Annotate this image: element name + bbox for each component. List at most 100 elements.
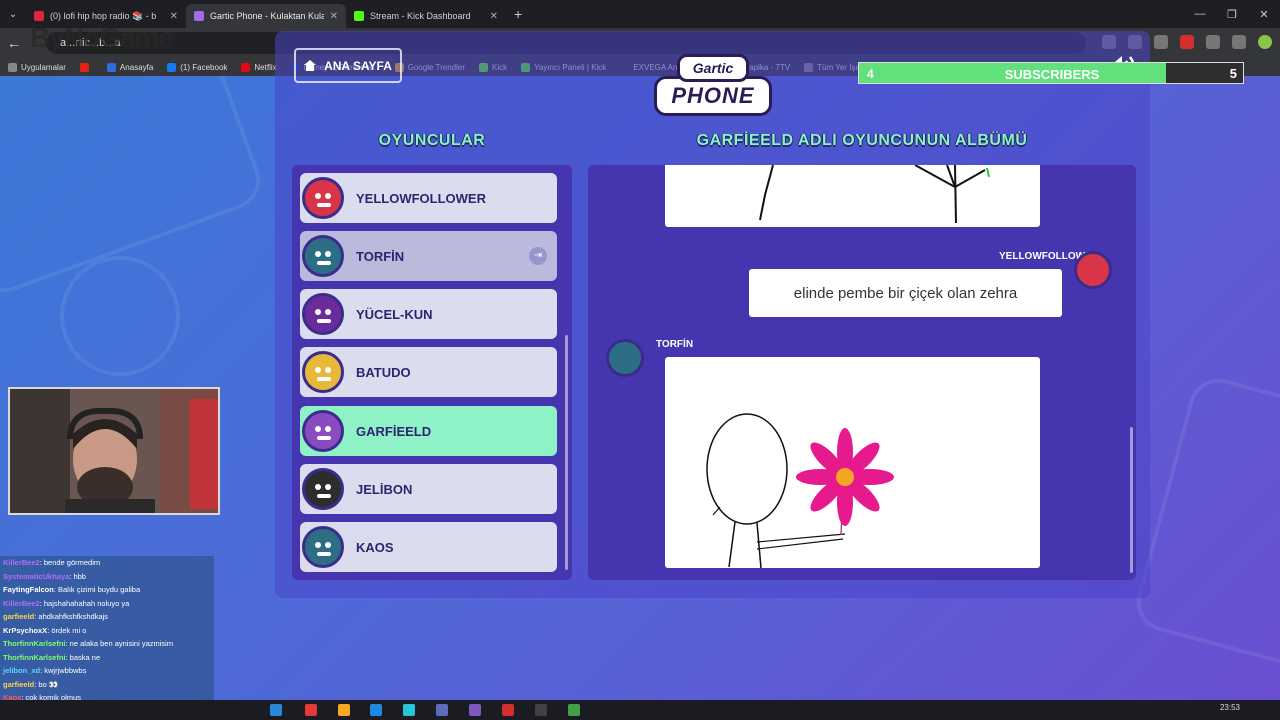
chat-username[interactable]: ThorfinnKarlsefni xyxy=(3,653,66,662)
subscriber-current: 4 xyxy=(867,67,874,81)
chat-message: KrPsychoxX: ördek mi o xyxy=(0,624,214,638)
taskbar-app-icon[interactable] xyxy=(305,704,317,716)
bookmark-label: Netflix xyxy=(254,62,277,72)
maximize-button[interactable]: ❐ xyxy=(1216,0,1248,28)
chat-username[interactable]: SystematicUkhaya xyxy=(3,572,69,581)
chat-text: : Balık çizimi buydu galiba xyxy=(53,585,141,594)
tab-search-icon[interactable]: ⌄ xyxy=(0,9,26,20)
players-title: OYUNCULAR xyxy=(378,132,486,149)
taskbar-app-icon[interactable] xyxy=(370,704,382,716)
webcam-overlay xyxy=(8,387,220,515)
bookmark-item[interactable]: Anasayfa xyxy=(106,62,154,72)
chat-username[interactable]: ThorfinnKarlsefni xyxy=(3,639,66,648)
logo-bottom: PHONE xyxy=(654,76,772,116)
bookmark-item[interactable]: Uygulamalar xyxy=(8,62,66,72)
chat-message: jelibon_xd: kwjrjwbbwbs xyxy=(0,664,214,678)
taskbar-app-icon[interactable] xyxy=(403,704,415,716)
chat-message: ThorfinnKarlsefni: baska ne xyxy=(0,651,214,665)
webcam-feed xyxy=(10,389,218,513)
flower-drawing xyxy=(706,413,894,569)
chat-username[interactable]: garfieeld xyxy=(3,680,34,689)
puzzle-icon[interactable] xyxy=(1206,35,1220,49)
player-avatar xyxy=(302,177,344,219)
taskbar-app-icon[interactable] xyxy=(568,704,580,716)
chat-username[interactable]: jelibon_xd xyxy=(3,666,40,675)
new-tab-button[interactable]: + xyxy=(514,6,522,22)
player-row[interactable]: YÜCEL-KUN xyxy=(300,289,557,339)
home-button[interactable]: ANA SAYFA xyxy=(294,48,402,83)
chat-text: : bo 👀 xyxy=(34,679,59,689)
player-row[interactable]: TORFİN ⇥ xyxy=(300,231,557,281)
subscriber-label: SUBSCRIBERS xyxy=(1004,67,1100,82)
chat-username[interactable]: FaytingFalcon xyxy=(3,585,54,594)
taskbar-app-icon[interactable] xyxy=(469,704,481,716)
profile-avatar[interactable] xyxy=(1258,35,1272,49)
bookmark-icon xyxy=(106,62,116,72)
extension-icon[interactable] xyxy=(1180,35,1194,49)
subscriber-goal: 5 xyxy=(1229,66,1237,81)
album-view: YELLOWFOLLOWER elinde pembe bir çiçek ol… xyxy=(588,165,1136,580)
chat-message: KillerBee2: hajshahahahah noluyo ya xyxy=(0,597,214,611)
bookmark-label: Uygulamalar xyxy=(21,62,66,72)
bookmark-item[interactable]: Netflix xyxy=(241,62,277,72)
player-avatar xyxy=(302,468,344,510)
players-list: YELLOWFOLLOWER TORFİN ⇥ YÜCEL-KUN BATUDO GARF… xyxy=(292,165,572,580)
close-icon[interactable]: ✕ xyxy=(490,11,498,22)
chat-username[interactable]: KillerBee2 xyxy=(3,558,40,567)
chat-username[interactable]: KrPsychoxX xyxy=(3,626,47,635)
bookmark-label: Anasayfa xyxy=(119,62,154,72)
home-icon xyxy=(304,60,317,71)
chat-text: : bende görmedim xyxy=(39,558,101,567)
player-name: BATUDO xyxy=(356,364,411,380)
close-icon[interactable]: ✕ xyxy=(170,11,178,22)
player-name: YÜCEL-KUN xyxy=(356,306,433,322)
back-button[interactable]: ← xyxy=(0,35,28,51)
player-row[interactable]: YELLOWFOLLOWER xyxy=(300,173,557,223)
chat-username[interactable]: garfieeld xyxy=(3,612,34,621)
tab-title: (0) lofi hip hop radio 📚 - b xyxy=(50,10,157,21)
browser-tab-bar: ⌄ (0) lofi hip hop radio 📚 - b ✕ Gartic … xyxy=(0,0,1280,28)
minimize-button[interactable]: — xyxy=(1184,0,1216,28)
background-shape xyxy=(60,256,180,376)
drawing-canvas xyxy=(665,165,1040,227)
chat-message: ThorfinnKarlsefni: ne alaka ben aynisini… xyxy=(0,637,214,651)
window-controls: — ❐ ✕ xyxy=(1184,0,1280,28)
close-window-button[interactable]: ✕ xyxy=(1248,0,1280,28)
player-name: YELLOWFOLLOWER xyxy=(356,190,486,206)
star-icon[interactable] xyxy=(1154,35,1168,49)
player-avatar xyxy=(302,293,344,335)
chat-message: FaytingFalcon: Balık çizimi buydu galiba xyxy=(0,583,214,597)
taskbar-app-icon[interactable] xyxy=(338,704,350,716)
close-icon[interactable]: ✕ xyxy=(330,11,338,22)
drawing-canvas xyxy=(665,357,1040,569)
tab-title: Gartic Phone - Kulaktan Kulağa xyxy=(210,11,324,21)
chat-username[interactable]: KillerBee2 xyxy=(3,599,40,608)
taskbar-app-icon[interactable] xyxy=(535,704,547,716)
youtube-icon xyxy=(34,11,44,21)
taskbar-app-icon[interactable] xyxy=(436,704,448,716)
chat-message: KillerBee2: bende görmedim xyxy=(0,556,214,570)
menu-icon[interactable] xyxy=(1232,35,1246,49)
player-row[interactable]: JELİBON xyxy=(300,464,557,514)
taskbar-app-icon[interactable] xyxy=(270,704,282,716)
player-row[interactable]: KAOS xyxy=(300,522,557,572)
bookmark-item[interactable] xyxy=(79,62,93,72)
chat-text: : hajshahahahah noluyo ya xyxy=(39,598,130,608)
browser-tab-gartic[interactable]: Gartic Phone - Kulaktan Kulağa ✕ xyxy=(186,4,346,28)
bookmark-item[interactable]: (1) Facebook xyxy=(167,62,227,72)
browser-tab-kick[interactable]: Stream - Kick Dashboard ✕ xyxy=(346,4,506,28)
background-shape xyxy=(1130,371,1280,681)
subscriber-goal-widget: SUBSCRIBERS 4 5 xyxy=(858,62,1244,84)
player-avatar xyxy=(302,235,344,277)
taskbar-app-icon[interactable] xyxy=(502,704,514,716)
players-scrollbar[interactable] xyxy=(565,335,568,570)
chat-message: SystematicUkhaya: hbb xyxy=(0,570,214,584)
author-avatar xyxy=(606,339,644,377)
album-scrollbar[interactable] xyxy=(1130,427,1133,573)
player-name: TORFİN xyxy=(356,248,405,264)
player-row[interactable]: BATUDO xyxy=(300,347,557,397)
chat-text: : hbb xyxy=(69,571,86,581)
chat-message: garfieeld: bo 👀 xyxy=(0,678,214,692)
player-row[interactable]: GARFİEELD xyxy=(300,406,557,456)
chat-text: : ahdkahfkshfkshdkajs xyxy=(34,612,109,621)
